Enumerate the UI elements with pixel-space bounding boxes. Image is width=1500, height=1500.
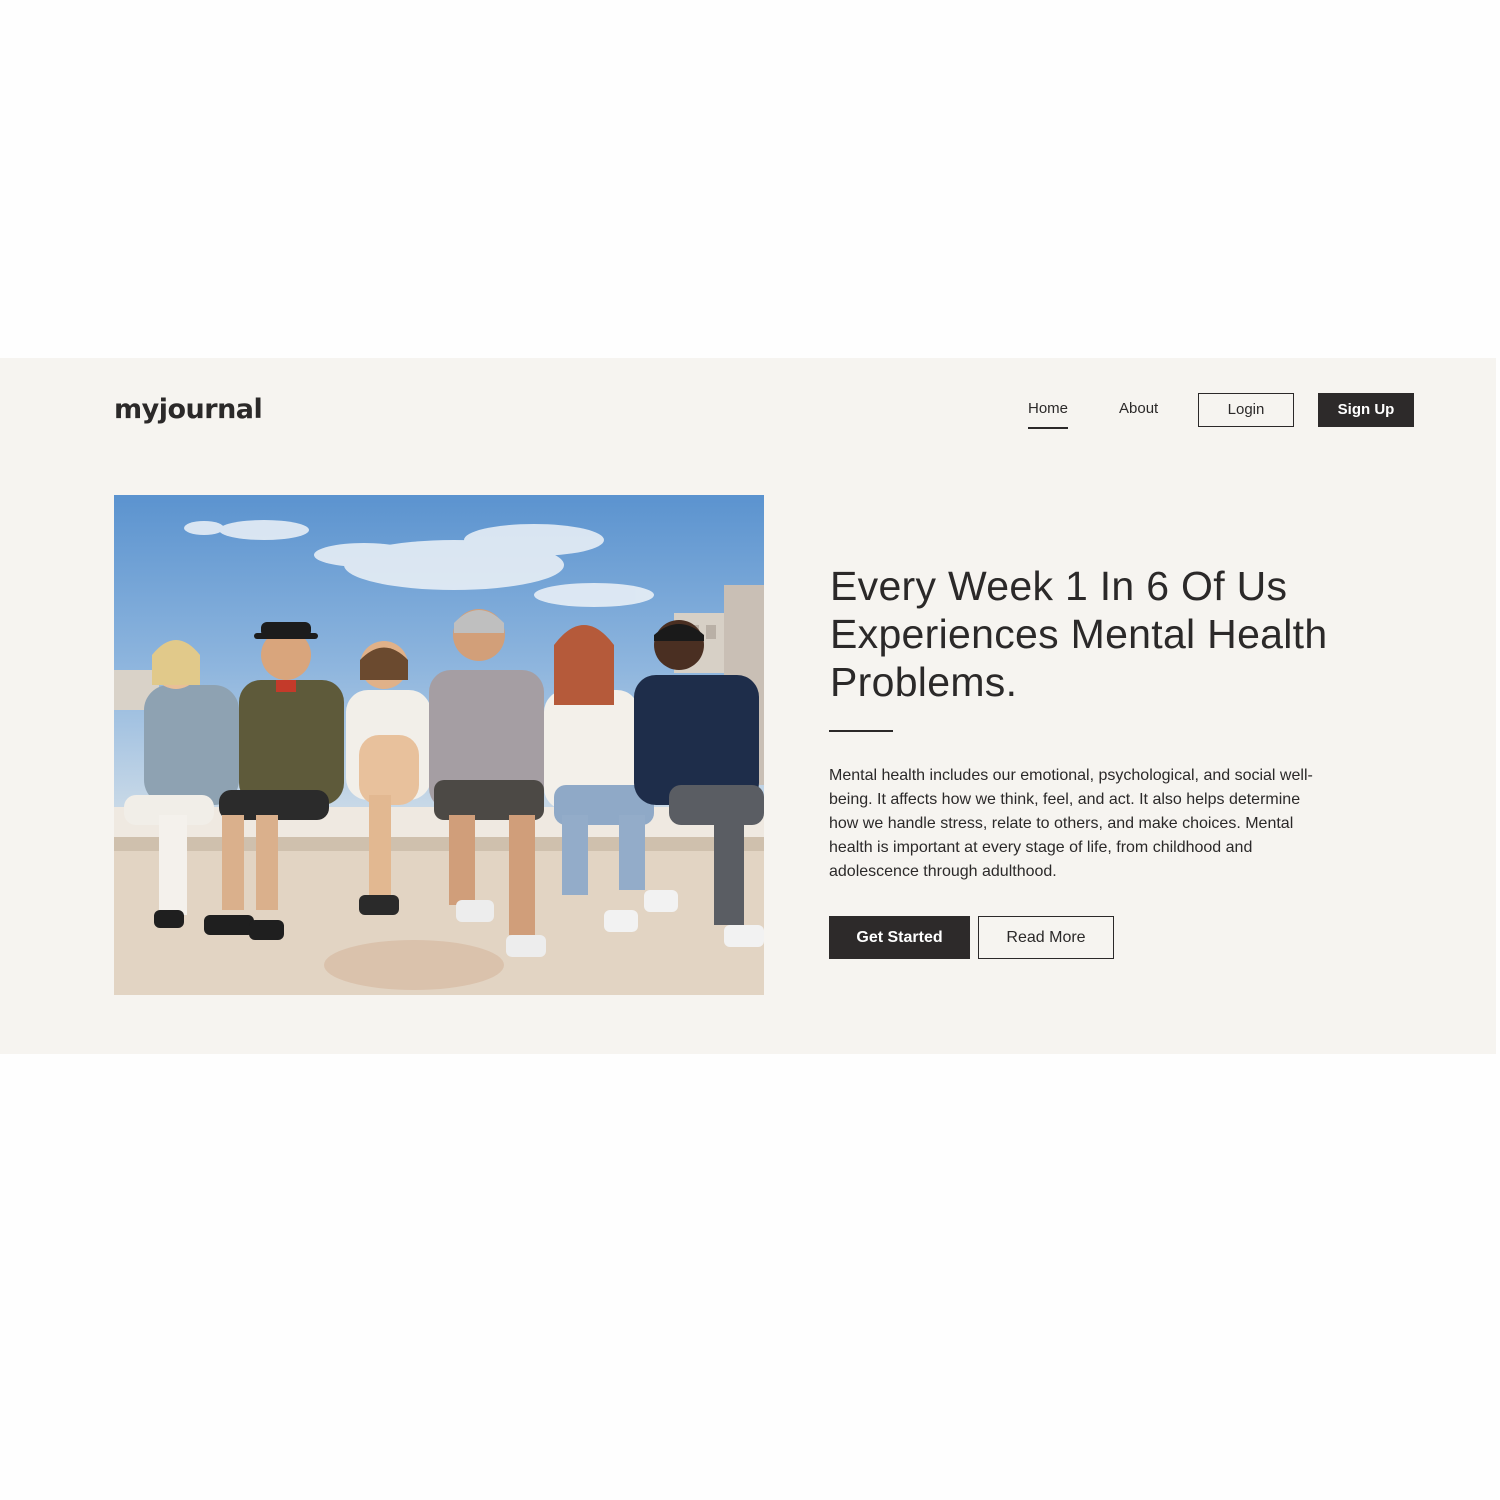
- get-started-button[interactable]: Get Started: [829, 916, 970, 959]
- nav-home-link[interactable]: Home: [1028, 392, 1069, 429]
- hero-title: Every Week 1 In 6 Of Us Experiences Ment…: [830, 563, 1328, 705]
- hero-description: Mental health includes our emotional, ps…: [829, 767, 1313, 880]
- login-button[interactable]: Login: [1198, 393, 1294, 427]
- bottom-blank-area: [0, 1054, 1500, 1500]
- signup-button[interactable]: Sign Up: [1318, 393, 1414, 427]
- hero-divider: [829, 730, 893, 732]
- main-nav: Home About Login Sign Up: [1000, 392, 1414, 429]
- right-edge-strip: [1496, 0, 1500, 1500]
- nav-about-link[interactable]: About: [1119, 392, 1158, 428]
- top-blank-area: [0, 0, 1500, 358]
- clouds: [184, 520, 654, 607]
- logo[interactable]: myjournal: [114, 392, 263, 428]
- hero-photo: [114, 495, 764, 995]
- read-more-button[interactable]: Read More: [978, 916, 1114, 959]
- page: myjournal Home About Login Sign Up Every…: [0, 0, 1500, 1500]
- hero-photo-illustration: [114, 520, 764, 995]
